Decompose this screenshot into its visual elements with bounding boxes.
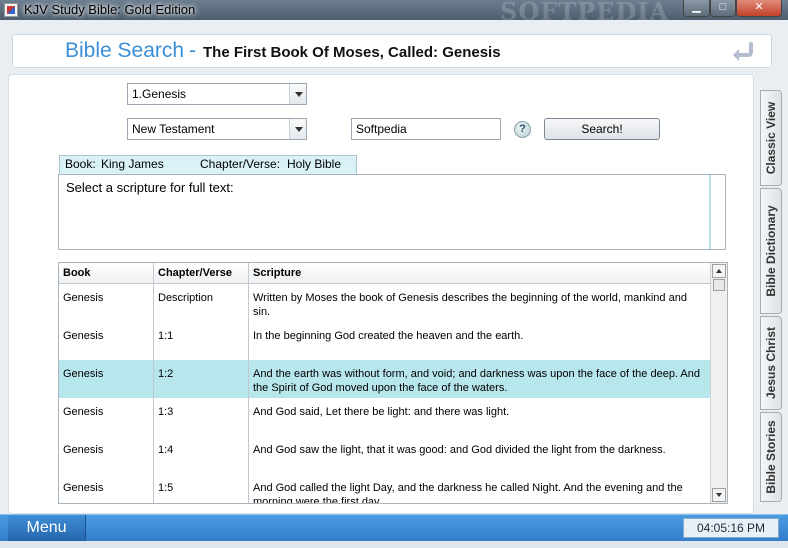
tab-jesus-christ[interactable]: Jesus Christ [760, 316, 782, 410]
tab-label: Jesus Christ [764, 326, 778, 400]
cell-book: Genesis [59, 284, 154, 322]
page-header: Bible Search - The First Book Of Moses, … [12, 34, 772, 68]
scrollbar-thumb[interactable] [713, 279, 725, 291]
table-body: Genesis Description Written by Moses the… [59, 284, 711, 504]
app-frame: Bible Search - The First Book Of Moses, … [0, 20, 788, 548]
page-subtitle: The First Book Of Moses, Called: Genesis [203, 44, 501, 61]
cell-chapter-verse: 1:4 [154, 436, 249, 474]
minimize-button[interactable]: ▁ [683, 0, 710, 17]
cell-scripture: In the beginning God created the heaven … [253, 330, 524, 342]
chevron-down-icon[interactable] [289, 84, 306, 104]
title-separator: - [189, 39, 196, 62]
cell-book: Genesis [59, 322, 154, 360]
scroll-up-icon[interactable] [712, 264, 726, 278]
book-select-value: 1.Genesis [132, 87, 187, 101]
cell-book: Genesis [59, 360, 154, 398]
scripture-placeholder: Select a scripture for full text: [66, 180, 234, 195]
cell-book: Genesis [59, 474, 154, 503]
search-panel: 1.Genesis New Testament ? Search! Book: … [8, 74, 754, 514]
scroll-down-icon[interactable] [712, 488, 726, 502]
bottom-bar: Menu 04:05:16 PM [0, 514, 788, 548]
book-value: King James [101, 157, 164, 171]
book-label: Book: [65, 157, 96, 171]
cell-scripture: And God said, Let there be light: and th… [253, 406, 510, 418]
title-bar: KJV Study Bible: Gold Edition SOFTPEDIA … [0, 0, 788, 26]
search-input[interactable] [351, 118, 501, 140]
column-header-scripture[interactable]: Scripture [249, 263, 711, 283]
cell-book: Genesis [59, 398, 154, 436]
app-icon [4, 3, 18, 17]
scripture-info-tab: Book: King James Chapter/Verse: Holy Bib… [59, 155, 357, 174]
testament-select[interactable]: New Testament [127, 118, 307, 140]
table-row[interactable]: Genesis 1:1 In the beginning God created… [59, 322, 711, 360]
tab-bible-stories[interactable]: Bible Stories [760, 412, 782, 502]
cell-book: Genesis [59, 436, 154, 474]
chevron-down-icon[interactable] [289, 119, 306, 139]
menu-button[interactable]: Menu [8, 515, 86, 541]
close-button[interactable]: ✕ [736, 0, 782, 17]
page-title: Bible Search [65, 39, 185, 62]
help-icon[interactable]: ? [514, 121, 531, 138]
cell-scripture: And God called the light Day, and the da… [253, 482, 683, 504]
back-arrow-icon[interactable] [729, 40, 755, 62]
window-title: KJV Study Bible: Gold Edition [24, 2, 196, 17]
cell-chapter-verse: Description [154, 284, 249, 322]
tab-label: Bible Dictionary [764, 205, 778, 297]
cell-chapter-verse: 1:5 [154, 474, 249, 503]
bottom-strip [0, 541, 788, 548]
chapter-verse-value: Holy Bible [287, 157, 342, 171]
book-select[interactable]: 1.Genesis [127, 83, 307, 105]
table-header: Book Chapter/Verse Scripture [59, 263, 711, 284]
cell-scripture: Written by Moses the book of Genesis des… [253, 292, 687, 318]
maximize-button[interactable]: □ [710, 0, 736, 17]
search-button[interactable]: Search! [544, 118, 660, 140]
cell-scripture: And the earth was without form, and void… [253, 368, 701, 394]
table-row[interactable]: Genesis Description Written by Moses the… [59, 284, 711, 322]
cell-chapter-verse: 1:2 [154, 360, 249, 398]
side-tabs: Classic View Bible Dictionary Jesus Chri… [760, 90, 784, 502]
table-row[interactable]: Genesis 1:5 And God called the light Day… [59, 474, 711, 504]
table-row[interactable]: Genesis 1:3 And God said, Let there be l… [59, 398, 711, 436]
tab-label: Bible Stories [764, 420, 778, 494]
tab-label: Classic View [764, 101, 778, 175]
tab-bible-dictionary[interactable]: Bible Dictionary [760, 188, 782, 314]
cell-chapter-verse: 1:1 [154, 322, 249, 360]
column-header-chapter-verse[interactable]: Chapter/Verse [154, 263, 249, 283]
cell-chapter-verse: 1:3 [154, 398, 249, 436]
column-header-book[interactable]: Book [59, 263, 154, 283]
results-scrollbar[interactable] [710, 263, 727, 503]
cell-scripture: And God saw the light, that it was good:… [253, 444, 666, 456]
table-row-selected[interactable]: Genesis 1:2 And the earth was without fo… [59, 360, 711, 398]
results-table[interactable]: Book Chapter/Verse Scripture Genesis Des… [58, 262, 728, 504]
scripture-full-text[interactable]: Select a scripture for full text: [58, 174, 726, 250]
clock-display: 04:05:16 PM [683, 518, 779, 538]
tab-classic-view[interactable]: Classic View [760, 90, 782, 186]
testament-select-value: New Testament [132, 122, 215, 136]
table-row[interactable]: Genesis 1:4 And God saw the light, that … [59, 436, 711, 474]
scripture-scroll-edge [709, 175, 725, 249]
chapter-verse-label: Chapter/Verse: [200, 157, 281, 171]
